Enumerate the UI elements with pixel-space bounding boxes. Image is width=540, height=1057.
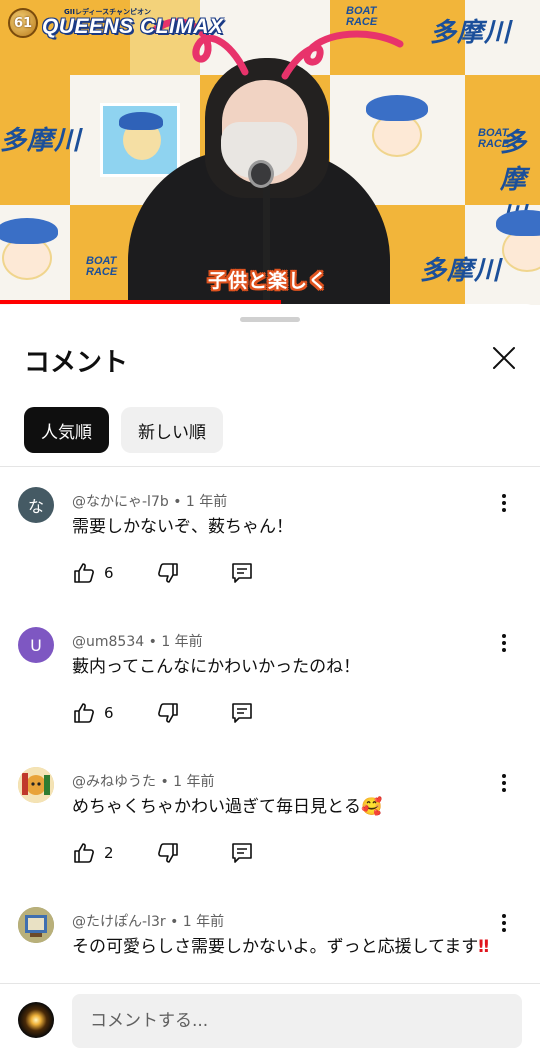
meta-separator: •: [173, 494, 186, 510]
comment-item: U @um8534 • 1 年前 藪内ってこんなにかわいかったのね！ 6: [0, 607, 540, 747]
reply-comment-icon: [232, 843, 252, 863]
comment-text-emoji: ‼: [478, 937, 489, 957]
video-caption: 子供と楽しく: [208, 270, 329, 292]
comment-meta: @みねゆうた • 1 年前: [72, 771, 215, 791]
mascot-character: [0, 218, 68, 298]
more-vertical-icon: [502, 634, 506, 652]
brand-badge: 61: [8, 8, 38, 38]
comment-item: @みねゆうた • 1 年前 めちゃくちゃかわい過ぎて毎日見とる🥰 2: [0, 747, 540, 887]
comment-text: 藪内ってこんなにかわいかったのね！: [72, 657, 361, 677]
avatar-image: [18, 907, 54, 943]
thumbs-down-icon: [158, 563, 178, 583]
comment-time: 1 年前: [182, 914, 225, 930]
like-button[interactable]: 6: [72, 561, 114, 585]
sort-chip-newest[interactable]: 新しい順: [121, 407, 223, 453]
meta-separator: •: [160, 774, 174, 790]
comment-actions: 6: [72, 701, 272, 729]
more-vertical-icon: [502, 774, 506, 792]
comment-meta: @um8534 • 1 年前: [72, 631, 203, 651]
more-button[interactable]: [492, 911, 516, 935]
comment-actions: 2: [72, 841, 272, 869]
more-vertical-icon: [502, 914, 506, 932]
comment-item: な @なかにゃ-l7b • 1 年前 需要しかないぞ、薮ちゃん！ 6: [0, 467, 540, 607]
comment-input[interactable]: [72, 994, 522, 1048]
mascot-poster: [100, 103, 180, 177]
comment-composer: [0, 983, 540, 1057]
brand-title: QUEENS CLIMAX: [42, 15, 224, 38]
comments-panel: コメント 人気順 新しい順 な @なかにゃ-l7b • 1 年前 需要しかないぞ…: [0, 304, 540, 1057]
more-vertical-icon: [502, 494, 506, 512]
comment-meta: @なかにゃ-l7b • 1 年前: [72, 491, 227, 511]
venue-logo: 多摩川: [430, 18, 512, 48]
avatar-image: [18, 767, 54, 803]
comment-item: @たけぽん-l3r • 1 年前 その可愛らしさ需要しかないよ。ずっと応援してま…: [0, 887, 540, 983]
dislike-button[interactable]: [156, 841, 180, 869]
venue-logo: 多摩川: [0, 126, 82, 156]
avatar-letter: な: [27, 497, 44, 516]
thumbs-down-icon: [158, 703, 178, 723]
avatar[interactable]: な: [18, 487, 54, 523]
reply-button[interactable]: [230, 701, 254, 729]
comment-author[interactable]: @um8534: [72, 634, 144, 650]
boat-race-logo: BOAT RACE: [86, 255, 118, 278]
avatar[interactable]: [18, 767, 54, 803]
avatar[interactable]: [18, 907, 54, 943]
mascot-character: [360, 95, 438, 175]
comment-text: その可愛らしさ需要しかないよ。ずっと応援してます‼: [72, 935, 492, 959]
comment-meta: @たけぽん-l3r • 1 年前: [72, 911, 224, 931]
channel-brand: 61 GIIレディースチャンピオン QUEENS CLIMAX: [8, 6, 224, 40]
thumbs-up-icon: [74, 703, 94, 723]
drag-handle[interactable]: [240, 317, 300, 322]
mascot-character: [490, 210, 540, 290]
comment-author[interactable]: @なかにゃ-l7b: [72, 494, 169, 510]
thumbs-up-icon: [74, 843, 94, 863]
meta-separator: •: [170, 914, 183, 930]
avatar[interactable]: U: [18, 627, 54, 663]
reply-comment-icon: [232, 563, 252, 583]
comment-time: 1 年前: [173, 774, 215, 790]
thumbs-up-icon: [74, 563, 94, 583]
venue-logo: 多摩川: [420, 256, 502, 286]
boat-race-logo: BOAT RACE: [478, 127, 510, 150]
more-button[interactable]: [492, 491, 516, 515]
close-icon: [493, 347, 515, 369]
like-count: 6: [104, 564, 114, 582]
microphone: [248, 160, 274, 188]
comment-text: 需要しかないぞ、薮ちゃん！: [72, 517, 293, 537]
close-button[interactable]: [486, 340, 522, 376]
comment-time: 1 年前: [161, 634, 203, 650]
dislike-button[interactable]: [156, 701, 180, 729]
comment-list[interactable]: な @なかにゃ-l7b • 1 年前 需要しかないぞ、薮ちゃん！ 6 U @um…: [0, 467, 540, 983]
dislike-button[interactable]: [156, 561, 180, 589]
more-button[interactable]: [492, 631, 516, 655]
sort-chip-top[interactable]: 人気順: [24, 407, 109, 453]
sort-chips: 人気順 新しい順: [24, 407, 223, 453]
reply-comment-icon: [232, 703, 252, 723]
like-count: 2: [104, 844, 114, 862]
comment-author[interactable]: @みねゆうた: [72, 774, 156, 790]
my-avatar[interactable]: [18, 1002, 54, 1038]
meta-separator: •: [148, 634, 162, 650]
thumbs-down-icon: [158, 843, 178, 863]
reply-button[interactable]: [230, 841, 254, 869]
more-button[interactable]: [492, 771, 516, 795]
comment-author[interactable]: @たけぽん-l3r: [72, 914, 166, 930]
like-button[interactable]: 2: [72, 841, 114, 865]
comment-actions: 6: [72, 561, 272, 589]
comment-time: 1 年前: [185, 494, 228, 510]
panel-title: コメント: [24, 348, 129, 378]
comment-text: めちゃくちゃかわい過ぎて毎日見とる🥰: [72, 797, 383, 817]
avatar-letter: U: [30, 635, 42, 655]
video-player[interactable]: 多摩川 多摩川 多摩川 多摩川 BOATRACE BOATRACE BOATRA…: [0, 0, 540, 305]
like-button[interactable]: 6: [72, 701, 114, 725]
like-count: 6: [104, 704, 114, 722]
comment-text-body: その可愛らしさ需要しかないよ。ずっと応援してます: [72, 937, 479, 957]
reply-button[interactable]: [230, 561, 254, 589]
